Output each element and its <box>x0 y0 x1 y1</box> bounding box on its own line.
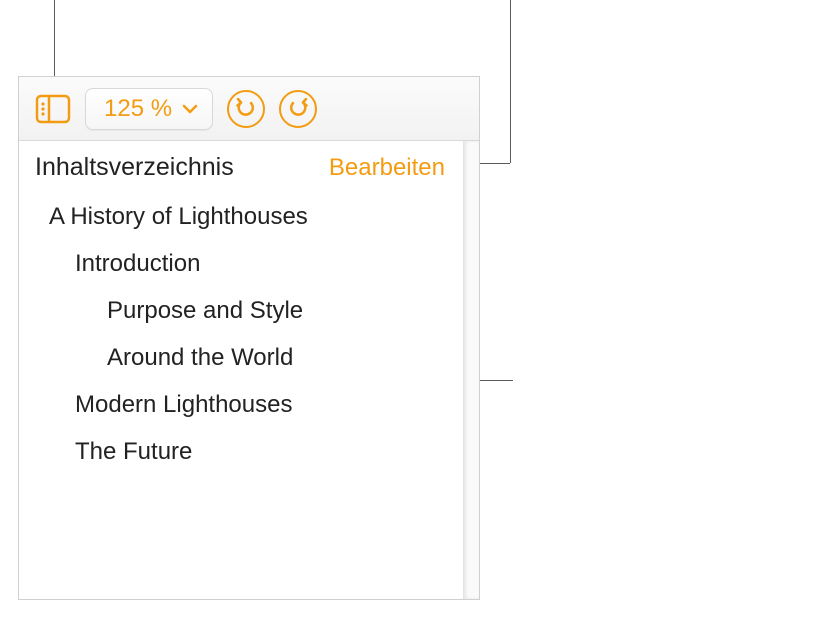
toc-sidebar-header: Inhaltsverzeichnis Bearbeiten <box>19 141 463 192</box>
chevron-down-icon <box>182 104 198 114</box>
toc-item[interactable]: Modern Lighthouses <box>19 382 463 429</box>
sidebar-toggle-button[interactable] <box>35 93 71 125</box>
scrollbar-track[interactable] <box>463 141 479 599</box>
undo-icon <box>235 98 257 120</box>
toc-item[interactable]: The Future <box>19 429 463 476</box>
edit-button[interactable]: Bearbeiten <box>329 154 445 182</box>
toc-sidebar-body: Inhaltsverzeichnis Bearbeiten A History … <box>19 141 463 599</box>
toc-item[interactable]: Purpose and Style <box>19 288 463 335</box>
toc-list: A History of LighthousesIntroductionPurp… <box>19 192 463 488</box>
sidebar-icon <box>35 94 71 124</box>
redo-icon <box>287 98 309 120</box>
undo-button[interactable] <box>227 90 265 128</box>
callout-line <box>510 0 511 163</box>
toolbar: 125 % <box>19 77 479 141</box>
toc-title: Inhaltsverzeichnis <box>35 153 234 182</box>
toc-sidebar: Inhaltsverzeichnis Bearbeiten A History … <box>19 141 479 599</box>
toc-item[interactable]: Introduction <box>19 241 463 288</box>
redo-button[interactable] <box>279 90 317 128</box>
zoom-select[interactable]: 125 % <box>85 88 213 130</box>
app-window: 125 % Inhaltsverzeichnis Bearb <box>18 76 480 600</box>
toc-item[interactable]: A History of Lighthouses <box>19 194 463 241</box>
toc-item[interactable]: Around the World <box>19 335 463 382</box>
zoom-value: 125 % <box>104 95 172 123</box>
